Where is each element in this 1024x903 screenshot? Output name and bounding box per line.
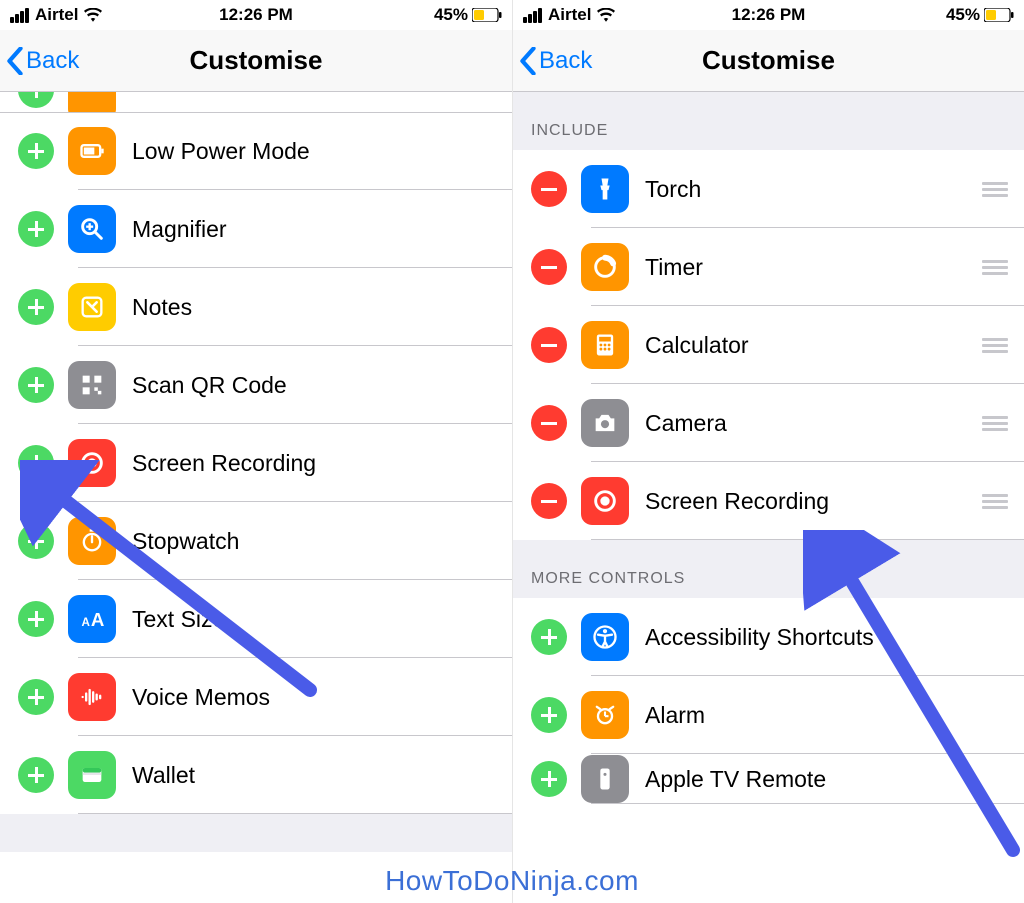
list-item[interactable]: Screen Recording [0, 424, 512, 502]
row-label: Camera [645, 410, 980, 437]
camera-icon [581, 399, 629, 447]
list-item[interactable]: Notes [0, 268, 512, 346]
list-item[interactable]: Magnifier [0, 190, 512, 268]
qr-icon [68, 361, 116, 409]
page-title: Customise [0, 45, 512, 76]
row-label: Notes [132, 294, 498, 321]
torch-icon [581, 165, 629, 213]
page-title: Customise [513, 45, 1024, 76]
remove-button[interactable] [531, 249, 567, 285]
drag-handle[interactable] [980, 182, 1010, 197]
row-label: Wallet [132, 762, 498, 789]
drag-handle[interactable] [980, 338, 1010, 353]
add-button[interactable] [18, 757, 54, 793]
clock: 12:26 PM [513, 5, 1024, 25]
screen-recording-icon [68, 439, 116, 487]
list-item[interactable]: Apple TV Remote [513, 754, 1024, 804]
stopwatch-icon [68, 517, 116, 565]
list-item[interactable]: Torch [513, 150, 1024, 228]
row-label: Calculator [645, 332, 980, 359]
remove-button[interactable] [531, 405, 567, 441]
list-item[interactable]: Low Power Mode [0, 112, 512, 190]
add-button[interactable] [531, 697, 567, 733]
add-button[interactable] [18, 679, 54, 715]
clock: 12:26 PM [0, 5, 512, 25]
list-item[interactable]: Timer [513, 228, 1024, 306]
row-label: Torch [645, 176, 980, 203]
add-button[interactable] [18, 367, 54, 403]
row-label: Voice Memos [132, 684, 498, 711]
add-button[interactable] [531, 619, 567, 655]
magnifier-icon [68, 205, 116, 253]
row-label: Alarm [645, 702, 1010, 729]
status-bar: Airtel 12:26 PM 45% [0, 0, 512, 30]
add-button[interactable] [18, 289, 54, 325]
add-button[interactable] [18, 445, 54, 481]
svg-text:A: A [82, 616, 91, 629]
row-label: Magnifier [132, 216, 498, 243]
list-item[interactable]: Voice Memos [0, 658, 512, 736]
apple-tv-remote-icon [581, 755, 629, 803]
list-item[interactable]: Camera [513, 384, 1024, 462]
calculator-icon [581, 321, 629, 369]
text-size-icon: AA [68, 595, 116, 643]
list-item[interactable]: Calculator [513, 306, 1024, 384]
list-item[interactable]: Scan QR Code [0, 346, 512, 424]
list-item[interactable]: Wallet [0, 736, 512, 814]
low-power-icon [68, 127, 116, 175]
timer-icon [581, 243, 629, 291]
add-button[interactable] [18, 211, 54, 247]
row-label: Text Size [132, 606, 498, 633]
phone-left: Airtel 12:26 PM 45% Back Customise [0, 0, 512, 903]
row-label: Screen Recording [132, 450, 498, 477]
accessibility-icon [581, 613, 629, 661]
add-button[interactable] [18, 601, 54, 637]
remove-button[interactable] [531, 327, 567, 363]
add-button[interactable] [18, 523, 54, 559]
notes-icon [68, 283, 116, 331]
alarm-icon [581, 691, 629, 739]
list-item[interactable] [0, 92, 512, 112]
watermark: HowToDoNinja.com [0, 865, 1024, 897]
list-item[interactable]: Stopwatch [0, 502, 512, 580]
drag-handle[interactable] [980, 260, 1010, 275]
section-header-include: INCLUDE [513, 92, 1024, 150]
remove-button[interactable] [531, 483, 567, 519]
drag-handle[interactable] [980, 416, 1010, 431]
section-header-more: MORE CONTROLS [513, 540, 1024, 598]
home-icon [68, 92, 116, 112]
nav-bar: Back Customise [0, 30, 512, 92]
row-label: Accessibility Shortcuts [645, 624, 1010, 651]
row-label: Low Power Mode [132, 138, 498, 165]
list-item[interactable]: AA Text Size [0, 580, 512, 658]
nav-bar: Back Customise [513, 30, 1024, 92]
row-label: Timer [645, 254, 980, 281]
list-item[interactable]: Screen Recording [513, 462, 1024, 540]
status-bar: Airtel 12:26 PM 45% [513, 0, 1024, 30]
list-item[interactable]: Accessibility Shortcuts [513, 598, 1024, 676]
add-button[interactable] [18, 133, 54, 169]
drag-handle[interactable] [980, 494, 1010, 509]
add-button[interactable] [18, 92, 54, 108]
row-label: Stopwatch [132, 528, 498, 555]
remove-button[interactable] [531, 171, 567, 207]
svg-text:A: A [91, 609, 104, 630]
wallet-icon [68, 751, 116, 799]
voice-memos-icon [68, 673, 116, 721]
row-label: Apple TV Remote [645, 766, 1010, 793]
row-label: Screen Recording [645, 488, 980, 515]
screen-recording-icon [581, 477, 629, 525]
list-item[interactable]: Alarm [513, 676, 1024, 754]
add-button[interactable] [531, 761, 567, 797]
phone-right: Airtel 12:26 PM 45% Back Customise INCLU… [512, 0, 1024, 903]
row-label: Scan QR Code [132, 372, 498, 399]
